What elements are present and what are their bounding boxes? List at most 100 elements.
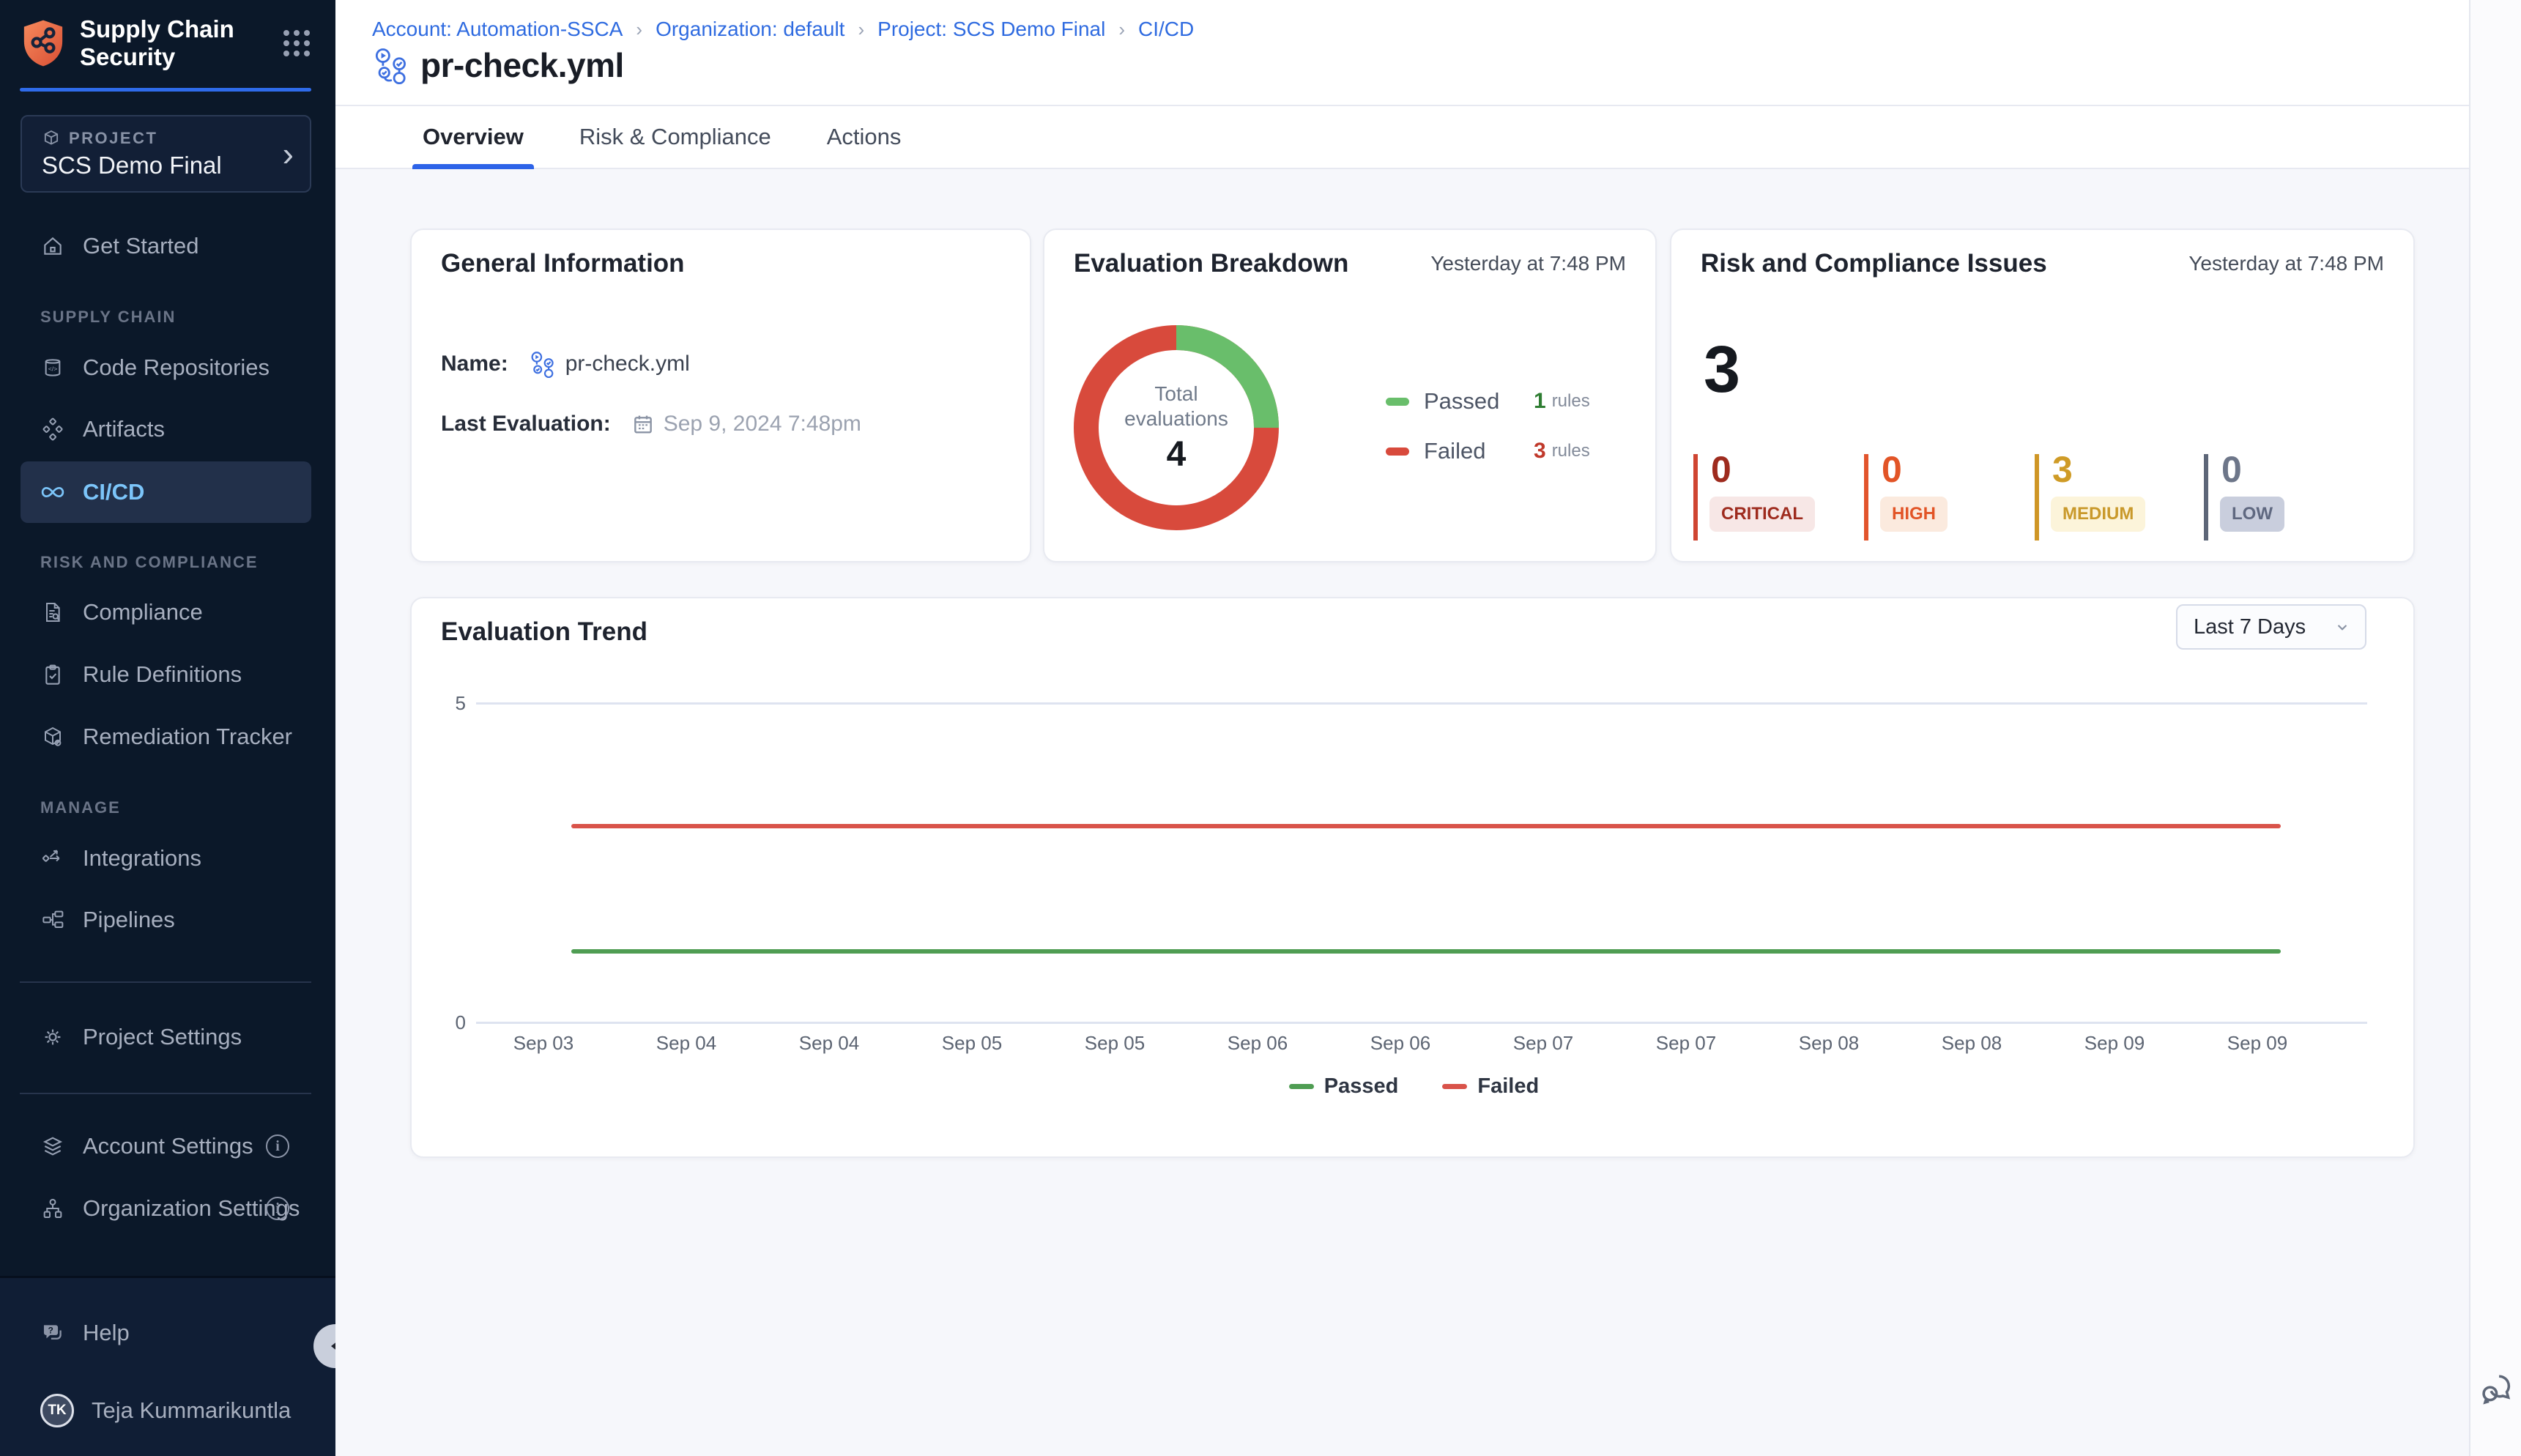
sidebar-item-label: CI/CD [83, 479, 144, 505]
severity-count: 3 [2052, 448, 2073, 491]
app-title: Supply Chain Security [80, 15, 283, 71]
x-axis-tick: Sep 04 [781, 1032, 877, 1055]
sidebar-item-code-repositories[interactable]: </> Code Repositories [21, 337, 311, 398]
section-supply-chain: SUPPLY CHAIN [40, 308, 176, 327]
donut-center-label: Total evaluations 4 [1066, 318, 1286, 538]
legend-passed: Passed [1289, 1074, 1399, 1099]
passed-dash-icon [1289, 1084, 1314, 1089]
pipeline-icon [529, 350, 557, 378]
sidebar-item-pipelines[interactable]: Pipelines [21, 889, 311, 951]
project-label: PROJECT [69, 129, 157, 148]
failed-series-line [571, 824, 2281, 828]
failed-dash-icon [1386, 447, 1409, 456]
tab-overview[interactable]: Overview [412, 106, 534, 168]
gridline-0 [476, 1022, 2367, 1024]
card-title: Evaluation Trend [441, 617, 647, 647]
tab-risk-compliance[interactable]: Risk & Compliance [569, 106, 781, 168]
severity-bar [1693, 454, 1698, 541]
y-axis-tick: 0 [434, 1011, 466, 1034]
sidebar-item-label: Integrations [83, 845, 201, 872]
breadcrumb-project-link[interactable]: Project: SCS Demo Final [877, 18, 1105, 41]
section-risk-and-compliance: RISK AND COMPLIANCE [40, 553, 259, 572]
sidebar-header: Supply Chain Security [20, 18, 316, 69]
info-icon[interactable]: i [266, 1134, 289, 1158]
sidebar-item-cicd[interactable]: CI/CD [21, 461, 311, 523]
supply-chain-security-logo-icon [20, 18, 67, 68]
card-title: Risk and Compliance Issues [1701, 249, 2047, 278]
sidebar-item-project-settings[interactable]: Project Settings [21, 1006, 311, 1068]
legend-passed: Passed 1 rules [1386, 388, 1635, 415]
tabs: Overview Risk & Compliance Actions [335, 106, 2469, 169]
x-axis-tick: Sep 06 [1353, 1032, 1448, 1055]
pipeline-icon [372, 46, 410, 84]
breadcrumb-organization-link[interactable]: Organization: default [656, 18, 844, 41]
sidebar-divider [20, 1093, 311, 1094]
severity-count: 0 [2221, 448, 2242, 491]
sidebar-item-label: Artifacts [83, 416, 165, 442]
section-manage: MANAGE [40, 798, 121, 817]
chat-support-icon[interactable] [2479, 1371, 2515, 1408]
sidebar-item-account-settings[interactable]: Account Settings i [21, 1115, 311, 1177]
card-timestamp: Yesterday at 7:48 PM [1430, 252, 1626, 275]
project-name: SCS Demo Final [42, 152, 222, 179]
chevron-down-icon [2333, 617, 2352, 636]
severity-bar [2035, 454, 2039, 541]
x-axis-tick: Sep 09 [2067, 1032, 2162, 1055]
gridline-5 [476, 702, 2367, 705]
total-evaluations-value: 4 [1167, 434, 1187, 475]
x-axis-tick: Sep 06 [1210, 1032, 1305, 1055]
sidebar-item-help[interactable]: ? Help [21, 1302, 311, 1364]
risk-compliance-issues-card: Risk and Compliance Issues Yesterday at … [1670, 229, 2415, 562]
evaluation-trend-card: Evaluation Trend Last 7 Days 5 0 Sep 03 … [410, 597, 2415, 1158]
org-chart-icon [40, 1196, 65, 1221]
right-gutter [2469, 0, 2521, 1456]
date-range-select[interactable]: Last 7 Days [2176, 604, 2366, 650]
chevron-right-icon: › [283, 137, 294, 171]
accent-bar [20, 88, 311, 92]
sidebar-divider [20, 981, 311, 983]
x-axis-tick: Sep 07 [1496, 1032, 1591, 1055]
breadcrumb: Account: Automation-SSCA › Organization:… [372, 18, 1194, 41]
severity-badge: MEDIUM [2051, 497, 2145, 532]
sidebar-user[interactable]: TK Teja Kummarikuntla [21, 1380, 311, 1441]
app-root: Supply Chain Security PROJECT SCS Demo F… [0, 0, 2521, 1456]
evaluation-breakdown-card: Evaluation Breakdown Yesterday at 7:48 P… [1043, 229, 1657, 562]
module-grid-icon[interactable] [283, 30, 310, 56]
sidebar-item-compliance[interactable]: Compliance [21, 582, 311, 643]
tab-actions[interactable]: Actions [817, 106, 912, 168]
svg-text:?: ? [48, 1325, 53, 1335]
compliance-document-icon [40, 600, 65, 625]
card-title: Evaluation Breakdown [1074, 249, 1348, 278]
sidebar-item-rule-definitions[interactable]: Rule Definitions [21, 644, 311, 705]
severity-count: 0 [1711, 448, 1731, 491]
x-axis-tick: Sep 09 [2210, 1032, 2305, 1055]
project-selector[interactable]: PROJECT SCS Demo Final › [21, 115, 311, 193]
breadcrumb-separator: › [858, 18, 864, 41]
page-title: pr-check.yml [420, 45, 624, 85]
card-timestamp: Yesterday at 7:48 PM [2188, 252, 2384, 275]
passed-dash-icon [1386, 398, 1409, 406]
sidebar-item-artifacts[interactable]: Artifacts [21, 398, 311, 460]
x-axis-tick: Sep 08 [1924, 1032, 2019, 1055]
passed-count: 1 [1534, 389, 1546, 414]
sidebar-item-organization-settings[interactable]: Organization Settings i [21, 1178, 311, 1239]
page-header: Account: Automation-SSCA › Organization:… [335, 0, 2469, 106]
content: General Information Name: pr-check.yml L… [335, 169, 2469, 1456]
severity-bar [1864, 454, 1868, 541]
sidebar-item-integrations[interactable]: Integrations [21, 828, 311, 889]
last-evaluation-value: Sep 9, 2024 7:48pm [664, 412, 861, 437]
x-axis-tick: Sep 08 [1781, 1032, 1876, 1055]
trend-legend: Passed Failed [412, 1074, 2416, 1099]
info-icon[interactable]: i [266, 1197, 289, 1220]
name-label: Name: [441, 352, 508, 376]
last-evaluation-label: Last Evaluation: [441, 412, 611, 437]
severity-badge: LOW [2220, 497, 2284, 532]
layers-icon [40, 1134, 65, 1159]
breadcrumb-cicd-link[interactable]: CI/CD [1138, 18, 1194, 41]
breadcrumb-account-link[interactable]: Account: Automation-SSCA [372, 18, 623, 41]
package-icon [40, 724, 65, 749]
sidebar-item-get-started[interactable]: Get Started [21, 215, 311, 277]
sidebar-item-remediation-tracker[interactable]: Remediation Tracker [21, 706, 311, 768]
infinity-icon [40, 480, 65, 505]
card-title: General Information [441, 249, 685, 278]
